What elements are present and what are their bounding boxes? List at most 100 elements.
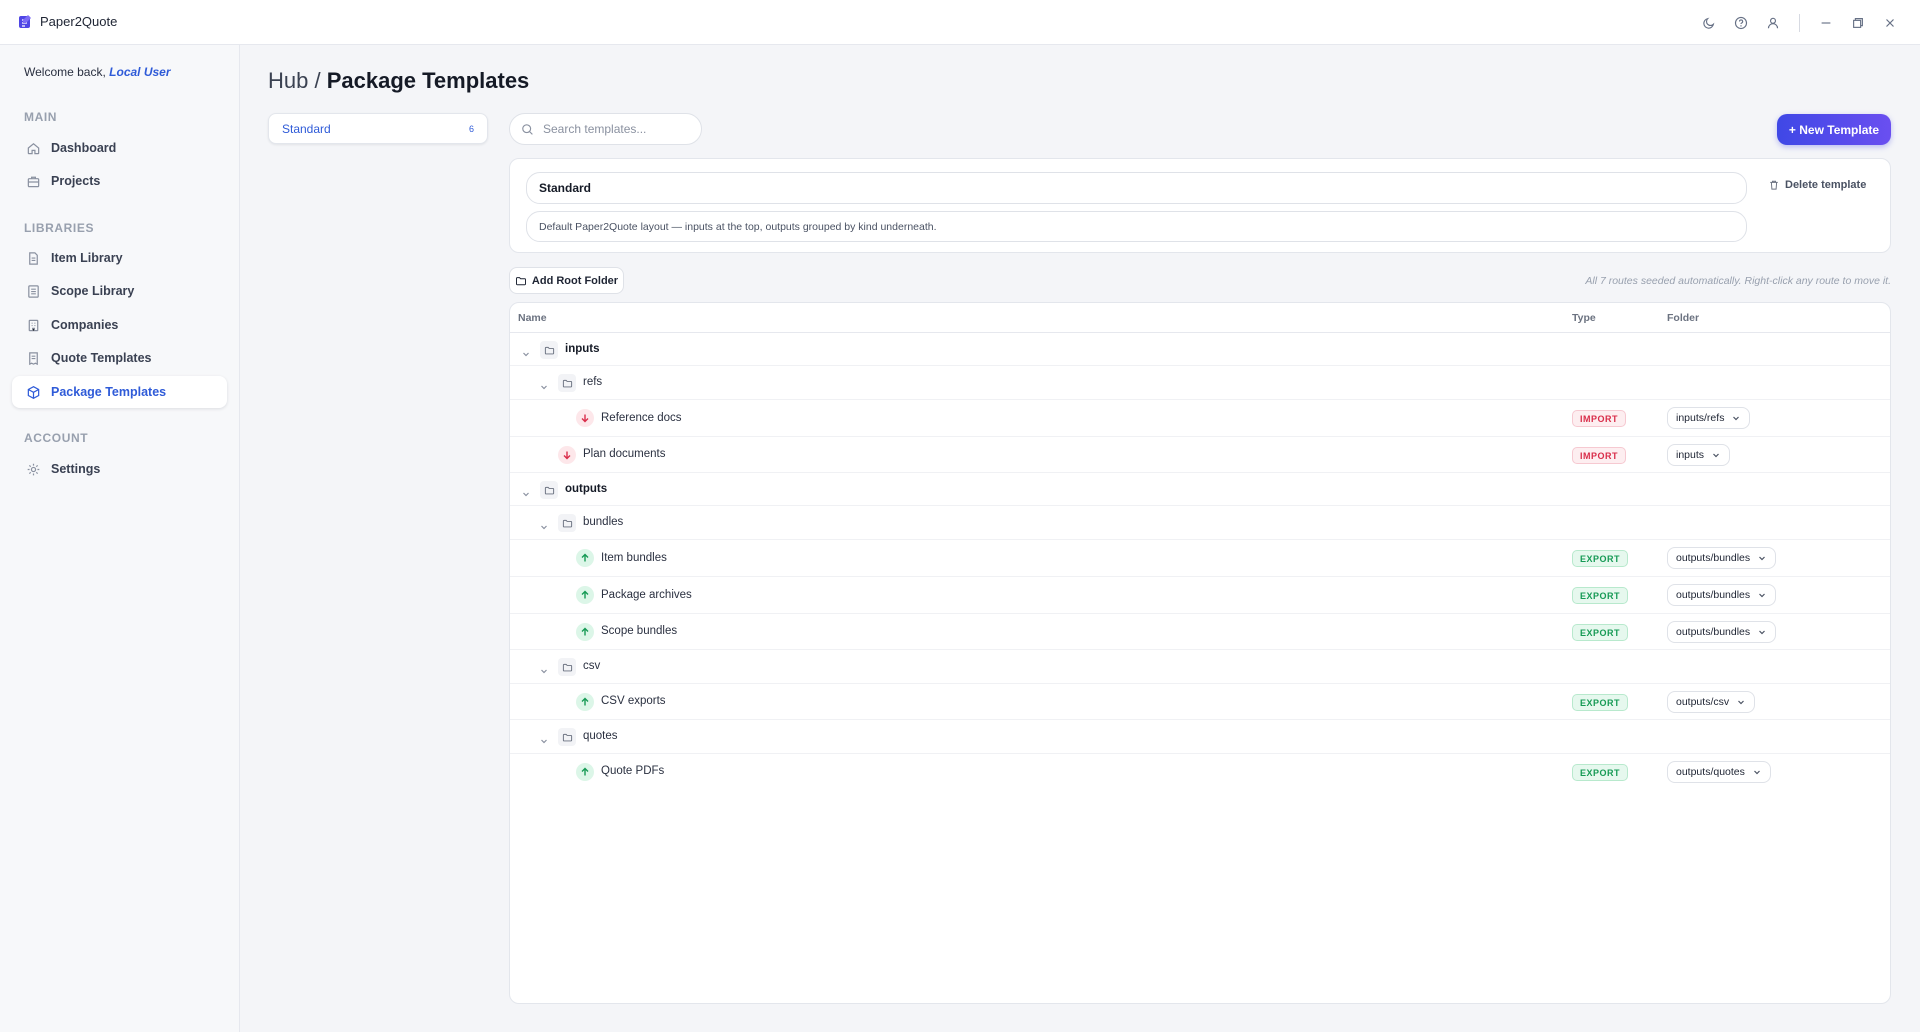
dark-mode-icon[interactable]	[1693, 7, 1725, 39]
route-quote-pdfs[interactable]: Quote PDFs EXPORT outputs/quotes	[510, 754, 1890, 790]
route-type-badge: EXPORT	[1572, 550, 1629, 567]
chevron-down-icon[interactable]	[522, 485, 532, 497]
export-arrow-icon	[576, 586, 594, 604]
search-input[interactable]	[543, 122, 683, 136]
route-folder-value: inputs	[1676, 449, 1705, 461]
tree-folder-name: refs	[583, 376, 603, 388]
tree-folder-bundles[interactable]: bundles	[510, 506, 1890, 540]
chevron-down-icon	[1753, 770, 1760, 775]
section-account: ACCOUNT	[24, 431, 89, 445]
chevron-down-icon[interactable]	[540, 378, 550, 390]
new-template-button[interactable]: + New Template	[1777, 114, 1891, 145]
folder-icon	[558, 374, 576, 392]
tree-folder-name: csv	[583, 660, 601, 672]
briefcase-icon	[27, 176, 40, 187]
search-icon	[522, 123, 533, 135]
search-box	[509, 113, 702, 145]
export-arrow-icon	[576, 623, 594, 641]
route-scope-bundles[interactable]: Scope bundles EXPORT outputs/bundles	[510, 614, 1890, 650]
template-description-field[interactable]: Default Paper2Quote layout — inputs at t…	[526, 211, 1747, 242]
add-root-folder-label: Add Root Folder	[531, 274, 619, 287]
window-controls-divider	[1799, 13, 1800, 32]
column-header-folder: Folder	[1667, 312, 1700, 324]
route-type-badge: EXPORT	[1572, 694, 1629, 711]
section-main: MAIN	[24, 110, 58, 124]
sidebar-item-label: Projects	[51, 174, 101, 188]
sidebar-item-label: Scope Library	[51, 284, 135, 298]
route-reference-docs[interactable]: Reference docs IMPORT inputs/refs	[510, 400, 1890, 437]
route-folder-select[interactable]: outputs/quotes	[1667, 761, 1771, 783]
template-list-item-standard[interactable]: Standard 6	[268, 113, 488, 144]
tree-folder-csv[interactable]: csv	[510, 650, 1890, 684]
sidebar-item-item-library[interactable]: Item Library	[12, 242, 227, 274]
route-plan-documents[interactable]: Plan documents IMPORT inputs	[510, 437, 1890, 473]
gear-icon	[27, 463, 40, 475]
sidebar-item-label: Companies	[51, 318, 119, 332]
chevron-down-icon	[1713, 453, 1719, 458]
delete-template-button[interactable]: Delete template	[1768, 179, 1866, 191]
route-folder-value: outputs/quotes	[1676, 766, 1745, 778]
route-name: Item bundles	[601, 552, 667, 564]
route-type-badge: IMPORT	[1572, 410, 1626, 427]
route-csv-exports[interactable]: CSV exports EXPORT outputs/csv	[510, 684, 1890, 720]
template-list-item-name: Standard	[282, 121, 331, 136]
template-name-field[interactable]: Standard	[526, 172, 1747, 204]
route-item-bundles[interactable]: Item bundles EXPORT outputs/bundles	[510, 540, 1890, 577]
routes-hint: All 7 routes seeded automatically. Right…	[1585, 275, 1891, 287]
sidebar-item-package-templates[interactable]: Package Templates	[12, 376, 227, 408]
home-icon	[27, 142, 40, 154]
section-libraries: LIBRARIES	[24, 221, 95, 235]
close-icon[interactable]	[1874, 7, 1906, 39]
tree-folder-outputs[interactable]: outputs	[510, 473, 1890, 506]
route-folder-select[interactable]: inputs/refs	[1667, 407, 1751, 429]
breadcrumb: Hub / Package Templates	[268, 68, 529, 94]
route-name: Reference docs	[601, 412, 682, 424]
export-arrow-icon	[576, 693, 594, 711]
tree-folder-name: quotes	[583, 730, 618, 742]
tree-folder-inputs[interactable]: inputs	[510, 333, 1890, 366]
folder-icon	[558, 728, 576, 746]
chevron-down-icon[interactable]	[540, 732, 550, 744]
tree-folder-refs[interactable]: refs	[510, 366, 1890, 400]
route-type-badge: IMPORT	[1572, 447, 1626, 464]
import-arrow-icon	[576, 409, 594, 427]
minimize-icon[interactable]	[1810, 7, 1842, 39]
route-name: Plan documents	[583, 448, 666, 460]
route-folder-select[interactable]: outputs/bundles	[1667, 547, 1777, 569]
chevron-down-icon[interactable]	[540, 518, 550, 530]
sidebar-item-scope-library[interactable]: Scope Library	[12, 275, 227, 307]
route-package-archives[interactable]: Package archives EXPORT outputs/bundles	[510, 577, 1890, 614]
route-folder-select[interactable]: inputs	[1667, 444, 1731, 466]
help-icon[interactable]	[1725, 7, 1757, 39]
chevron-down-icon[interactable]	[522, 345, 532, 357]
route-name: Quote PDFs	[601, 765, 665, 777]
user-icon[interactable]	[1757, 7, 1789, 39]
route-type-badge: EXPORT	[1572, 624, 1629, 641]
sidebar-item-settings[interactable]: Settings	[12, 453, 227, 485]
folder-icon	[558, 658, 576, 676]
chevron-down-icon[interactable]	[540, 662, 550, 674]
route-type-badge: EXPORT	[1572, 587, 1629, 604]
sidebar-item-projects[interactable]: Projects	[12, 165, 227, 197]
building-icon	[28, 319, 39, 331]
template-route-count: 6	[468, 123, 474, 134]
app-title: Paper2Quote	[40, 14, 118, 29]
folder-icon	[515, 276, 526, 285]
add-root-folder-button[interactable]: Add Root Folder	[509, 267, 624, 294]
welcome-message: Welcome back, Local User	[24, 65, 171, 79]
restore-icon[interactable]	[1842, 7, 1874, 39]
tree-folder-quotes[interactable]: quotes	[510, 720, 1890, 754]
sidebar-item-label: Settings	[51, 462, 101, 476]
route-folder-select[interactable]: outputs/bundles	[1667, 621, 1777, 643]
sidebar-item-quote-templates[interactable]: Quote Templates	[12, 342, 227, 374]
tree-folder-name: inputs	[565, 343, 600, 355]
route-folder-select[interactable]: outputs/bundles	[1667, 584, 1777, 606]
trash-icon	[1770, 180, 1778, 190]
export-arrow-icon	[576, 763, 594, 781]
sidebar-item-label: Item Library	[51, 251, 123, 265]
sidebar-item-companies[interactable]: Companies	[12, 309, 227, 341]
sidebar-item-dashboard[interactable]: Dashboard	[12, 132, 227, 164]
route-folder-select[interactable]: outputs/csv	[1667, 691, 1756, 713]
breadcrumb-hub[interactable]: Hub	[268, 68, 308, 93]
window-controls	[1693, 0, 1920, 45]
